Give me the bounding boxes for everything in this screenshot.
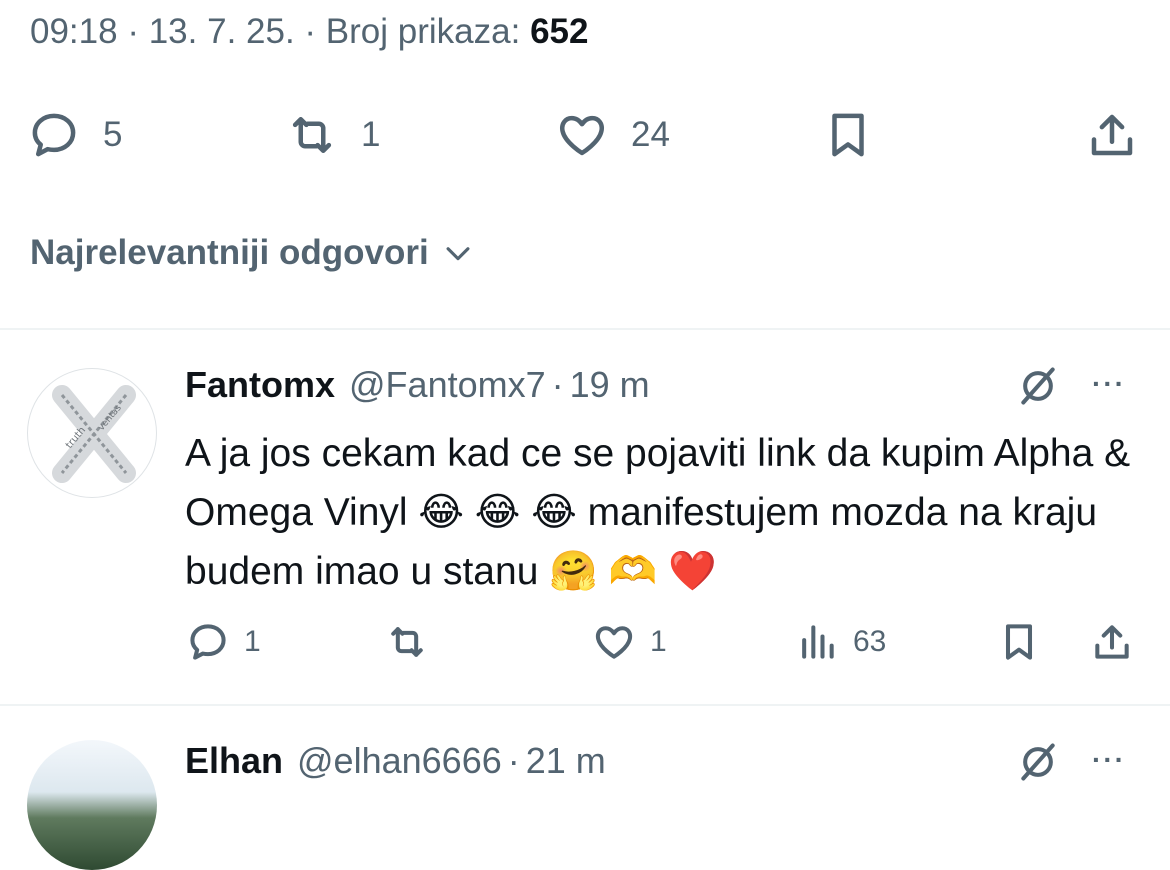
header-separator: · (507, 740, 520, 781)
reply-like-button[interactable]: 1 (592, 614, 667, 670)
reply-text: A ja jos cekam kad ce se pojaviti link d… (185, 432, 1131, 593)
like-icon (595, 626, 633, 659)
reply-icon (32, 113, 76, 157)
repost-icon (292, 117, 332, 153)
tweet-time: 09:18 (30, 12, 118, 51)
bookmark-button[interactable] (821, 95, 875, 175)
views-label: Broj prikaza: (325, 12, 521, 51)
reply-share-button[interactable] (1090, 614, 1134, 670)
divider (0, 328, 1170, 330)
like-button[interactable]: 24 (555, 95, 670, 175)
author-handle[interactable]: @Fantomx7 (349, 364, 546, 406)
meta-separator: · (304, 12, 317, 51)
more-options-button[interactable]: ··· (1092, 746, 1142, 774)
header-separator: · (551, 364, 564, 405)
avatar[interactable] (27, 740, 157, 870)
tweet-date: 13. 7. 25. (148, 12, 295, 51)
like-count: 1 (650, 625, 667, 658)
chevron-down-icon (446, 247, 470, 261)
author-handle[interactable]: @elhan6666 (297, 740, 502, 782)
author-name[interactable]: Elhan (185, 740, 283, 782)
author-name[interactable]: Fantomx (185, 364, 335, 406)
grok-button[interactable] (1016, 364, 1060, 408)
share-button[interactable] (1085, 95, 1139, 175)
reply-header: Fantomx @Fantomx7 · 19 m (185, 364, 650, 406)
views-count[interactable]: 652 (530, 12, 588, 51)
repost-count: 1 (361, 115, 381, 154)
avatar[interactable]: truth ventas (27, 368, 157, 498)
sort-label: Najrelevantniji odgovori (30, 233, 429, 272)
views-icon (802, 625, 834, 659)
divider (0, 704, 1170, 706)
grok-button[interactable] (1016, 740, 1060, 784)
reply-count: 5 (103, 115, 123, 154)
sort-replies-dropdown[interactable]: Najrelevantniji odgovori (30, 233, 475, 273)
reply-button[interactable]: 5 (27, 95, 122, 175)
bookmark-icon (1005, 624, 1033, 660)
reply-icon (190, 624, 226, 660)
repost-button[interactable]: 1 (285, 95, 380, 175)
reply-reply-button[interactable]: 1 (186, 614, 261, 670)
reply-age[interactable]: 19 m (570, 364, 650, 406)
grok-icon (1021, 367, 1055, 405)
reply-count: 1 (244, 625, 261, 658)
reply-bookmark-button[interactable] (997, 614, 1041, 670)
x-logo-avatar-image: truth ventas (52, 385, 136, 483)
share-icon (1091, 114, 1133, 156)
reply-header: Elhan @elhan6666 · 21 m (185, 740, 606, 782)
share-icon (1095, 625, 1129, 659)
bookmark-icon (832, 113, 864, 157)
reply-repost-button[interactable] (385, 614, 443, 670)
more-options-button[interactable]: ··· (1092, 370, 1142, 398)
repost-icon (391, 627, 423, 657)
meta-separator: · (127, 12, 139, 51)
like-icon (560, 115, 604, 156)
reply-age[interactable]: 21 m (526, 740, 606, 782)
tweet-action-bar: 5 1 24 (0, 95, 1170, 175)
tweet-meta: 09:18 · 13. 7. 25. · Broj prikaza: 652 (30, 12, 588, 52)
grok-icon (1021, 743, 1055, 781)
like-count: 24 (631, 115, 670, 154)
reply-views-button[interactable]: 63 (795, 614, 886, 670)
views-count: 63 (853, 625, 887, 658)
